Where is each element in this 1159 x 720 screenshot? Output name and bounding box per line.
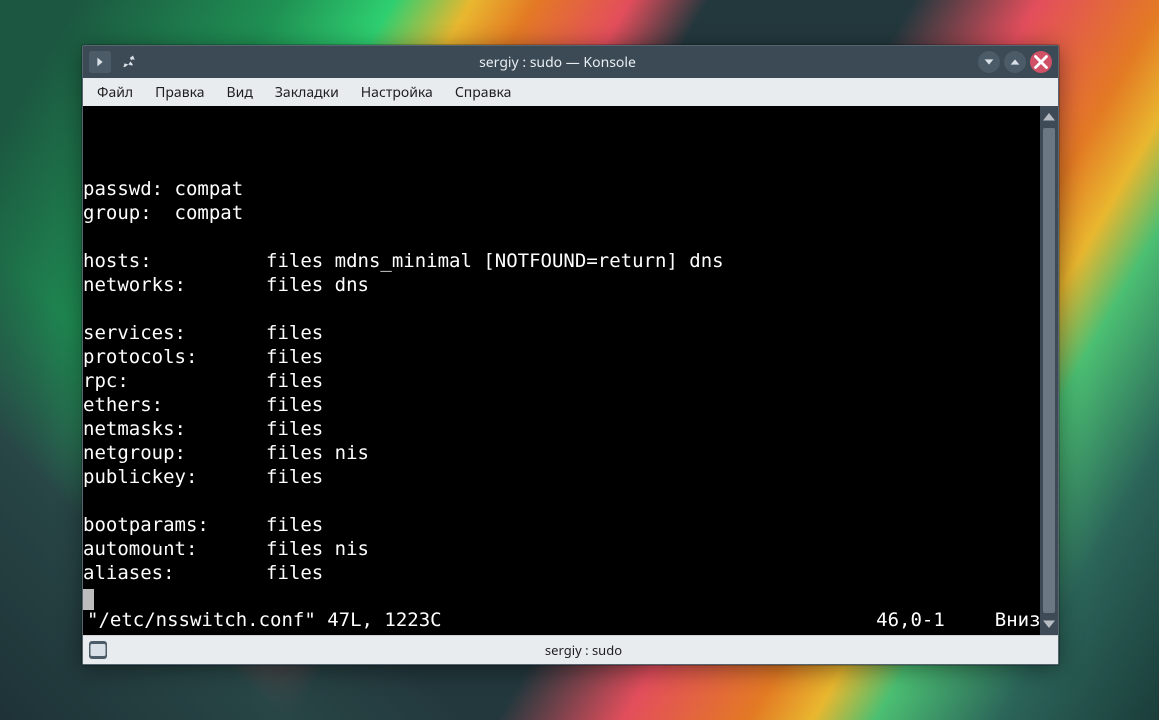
new-tab-button[interactable] — [89, 641, 107, 659]
chevron-up-icon — [1008, 55, 1022, 69]
menu-bookmarks[interactable]: Закладки — [265, 80, 349, 105]
menu-edit[interactable]: Правка — [145, 80, 214, 105]
pin-icon — [117, 52, 137, 72]
terminal-output[interactable]: passwd: compat group: compat hosts: file… — [83, 125, 1040, 616]
minimize-button[interactable] — [978, 51, 1000, 73]
close-icon — [1030, 51, 1052, 73]
rect-icon — [89, 641, 107, 659]
close-button[interactable] — [1030, 51, 1052, 73]
tab-strip: sergiy : sudo — [83, 635, 1058, 664]
text-cursor — [163, 546, 165, 566]
scroll-down[interactable] — [1040, 615, 1058, 635]
desktop-background: sergiy : sudo — Konsole Файл Правка Вид … — [0, 0, 1159, 720]
scroll-up[interactable] — [1040, 106, 1058, 126]
scrollbar[interactable] — [1040, 106, 1058, 635]
app-menu-button[interactable] — [89, 51, 111, 73]
tab-label[interactable]: sergiy : sudo — [115, 641, 1052, 659]
vi-position: 46,0-1 — [876, 609, 995, 631]
menu-settings[interactable]: Настройка — [351, 80, 443, 105]
scroll-thumb[interactable] — [1043, 128, 1055, 613]
terminal-area[interactable]: passwd: compat group: compat hosts: file… — [83, 106, 1058, 635]
triangle-up-icon — [1040, 107, 1058, 125]
titlebar[interactable]: sergiy : sudo — Konsole — [83, 46, 1058, 78]
konsole-window: sergiy : sudo — Konsole Файл Правка Вид … — [82, 45, 1059, 665]
chevron-down-icon — [982, 55, 996, 69]
menu-file[interactable]: Файл — [87, 80, 143, 105]
pin-button[interactable] — [117, 52, 137, 72]
triangle-down-icon — [1040, 616, 1058, 634]
menu-view[interactable]: Вид — [217, 80, 263, 105]
vi-filename: "/etc/nsswitch.conf" 47L, 1223C — [87, 609, 442, 631]
vi-status-line: "/etc/nsswitch.conf" 47L, 1223C 46,0-1 В… — [83, 609, 1058, 631]
window-title: sergiy : sudo — Konsole — [137, 53, 978, 72]
chevron-right-icon — [93, 55, 107, 69]
menubar: Файл Правка Вид Закладки Настройка Справ… — [83, 78, 1058, 106]
maximize-button[interactable] — [1004, 51, 1026, 73]
menu-help[interactable]: Справка — [445, 80, 522, 105]
vi-spacer — [442, 609, 877, 631]
